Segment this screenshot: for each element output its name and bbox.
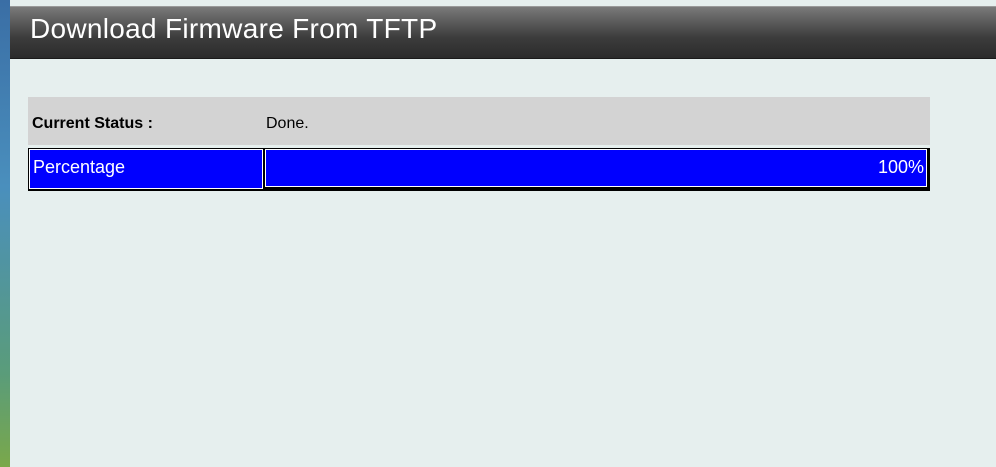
progress-bar-fill bbox=[266, 150, 926, 186]
percentage-row: Percentage 100% bbox=[28, 148, 930, 191]
window-edge bbox=[0, 0, 10, 467]
progress-bar: 100% bbox=[265, 149, 927, 187]
percentage-value: 100% bbox=[877, 157, 924, 177]
percentage-label-cell: Percentage bbox=[29, 149, 263, 189]
current-status-row: Current Status : Done. bbox=[28, 97, 930, 145]
current-status-label: Current Status : bbox=[32, 115, 153, 132]
firmware-download-panel: Download Firmware From TFTP Current Stat… bbox=[10, 0, 996, 467]
title-bar: Download Firmware From TFTP bbox=[10, 6, 996, 59]
percentage-label: Percentage bbox=[33, 157, 126, 177]
current-status-value: Done. bbox=[266, 115, 309, 132]
page-title: Download Firmware From TFTP bbox=[30, 13, 438, 44]
